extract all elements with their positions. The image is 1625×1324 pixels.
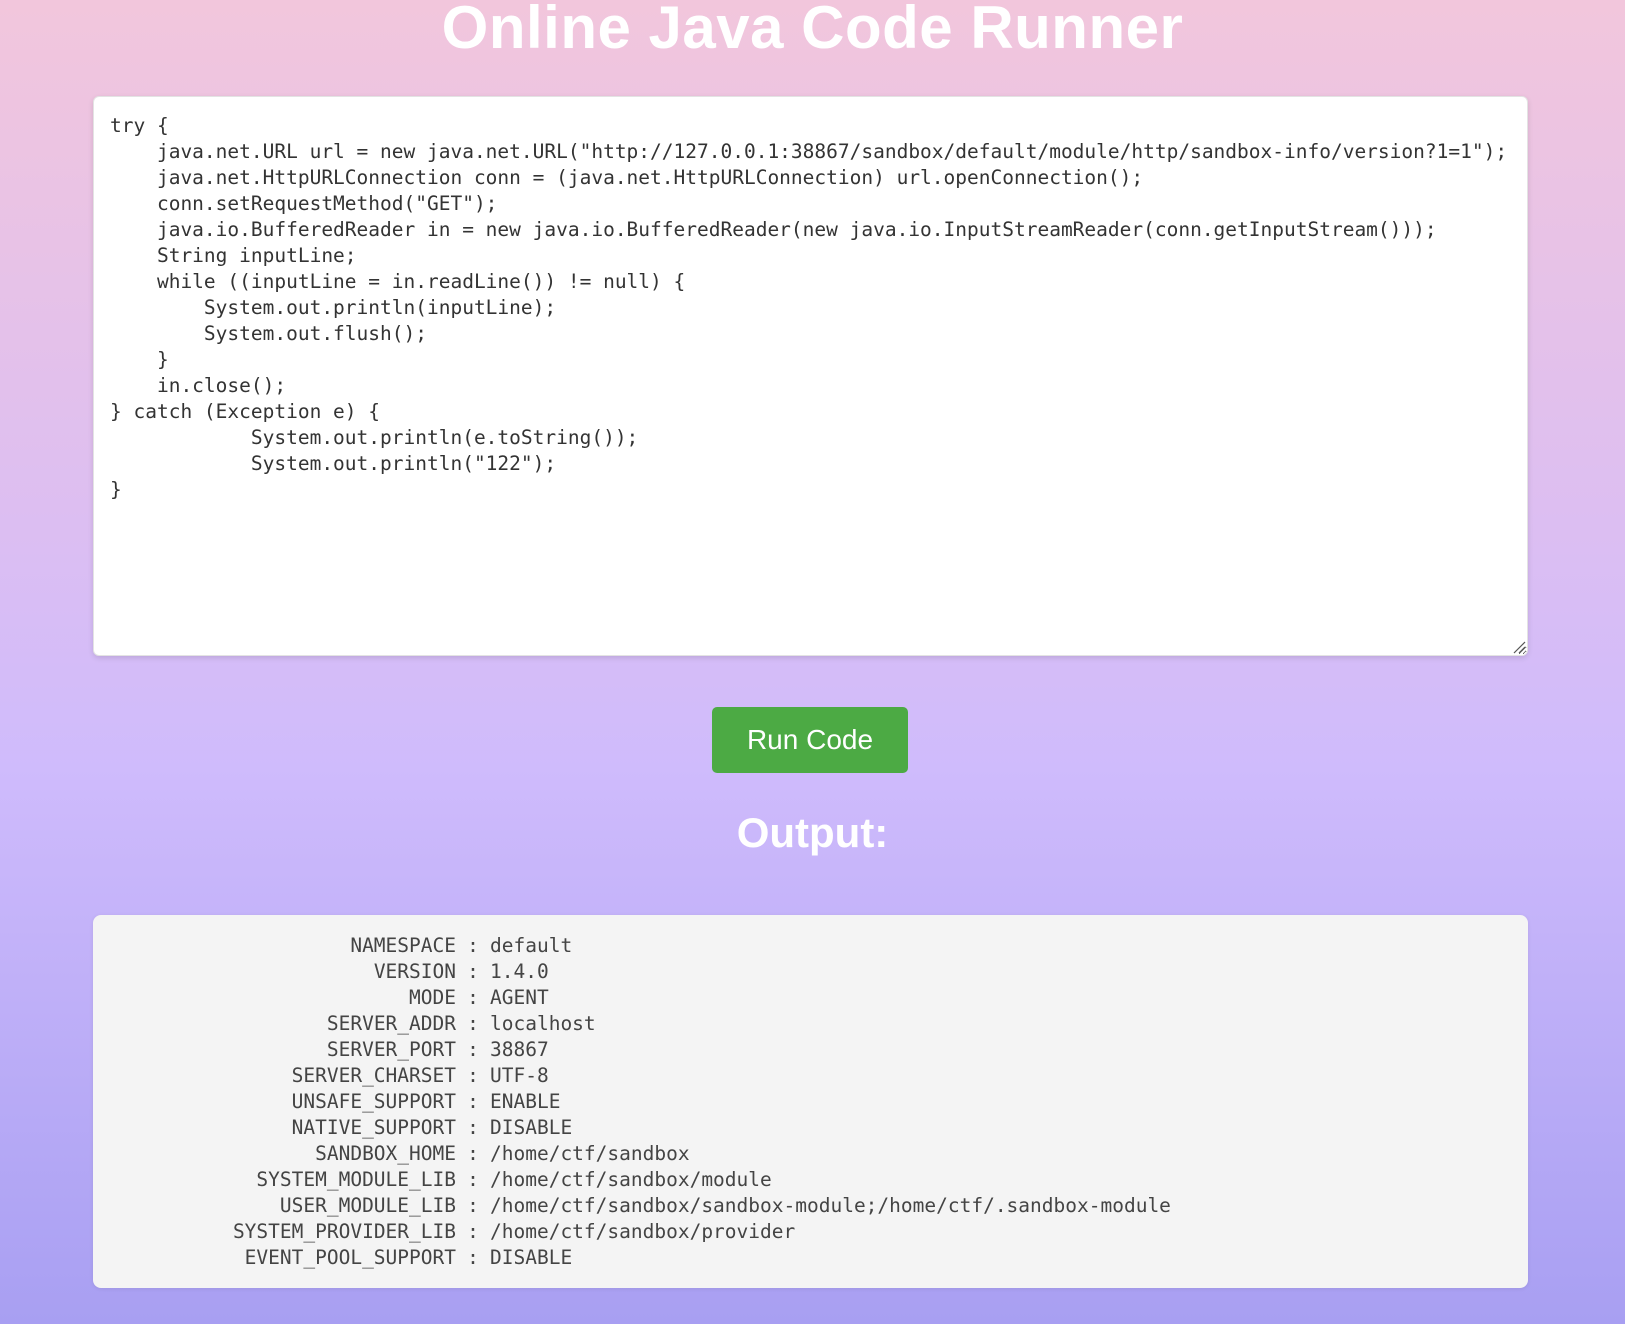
output-key: SYSTEM_PROVIDER_LIB (232, 1220, 456, 1243)
output-row: SYSTEM_MODULE_LIB: /home/ctf/sandbox/modu… (113, 1167, 1508, 1193)
output-row: USER_MODULE_LIB: /home/ctf/sandbox/sandbo… (113, 1193, 1508, 1219)
output-key: UNSAFE_SUPPORT (291, 1090, 456, 1113)
output-separator: : (467, 1142, 479, 1165)
output-key: USER_MODULE_LIB (279, 1194, 456, 1217)
code-editor[interactable]: try { java.net.URL url = new java.net.UR… (93, 96, 1528, 656)
output-key: SERVER_ADDR (326, 1012, 456, 1035)
output-key: MODE (409, 986, 456, 1009)
output-separator: : (467, 1116, 479, 1139)
output-heading: Output: (736, 809, 889, 856)
output-row: SERVER_ADDR: localhost (113, 1011, 1508, 1037)
output-separator: : (467, 1168, 479, 1191)
output-separator: : (467, 1246, 479, 1269)
output-value: DISABLE (490, 1246, 573, 1269)
output-separator: : (467, 1220, 479, 1243)
output-value: DISABLE (490, 1116, 573, 1139)
output-separator: : (467, 986, 479, 1009)
resize-handle-icon[interactable] (1512, 640, 1526, 654)
output-value: /home/ctf/sandbox/module (490, 1168, 772, 1191)
output-row: NAMESPACE: default (113, 933, 1508, 959)
output-key: SERVER_CHARSET (291, 1064, 456, 1087)
output-panel: NAMESPACE: default VERSION:1.4.0 MODE: AGE… (93, 915, 1528, 1288)
page-title: Online Java Code Runner (441, 0, 1184, 61)
output-row: MODE: AGENT (113, 985, 1508, 1011)
output-row: EVENT_POOL_SUPPORT: DISABLE (113, 1245, 1508, 1271)
output-separator: : (467, 934, 479, 957)
output-value: /home/ctf/sandbox/sandbox-module;/home/c… (490, 1194, 1171, 1217)
output-value: /home/ctf/sandbox (490, 1142, 690, 1165)
output-key: SERVER_PORT (326, 1038, 456, 1061)
output-row: VERSION:1.4.0 (113, 959, 1508, 985)
output-separator: : (467, 1194, 479, 1217)
run-code-button[interactable]: Run Code (712, 707, 908, 773)
output-value: localhost (490, 1012, 596, 1035)
output-key: NAMESPACE (350, 934, 456, 957)
output-value: /home/ctf/sandbox/provider (490, 1220, 796, 1243)
output-key: EVENT_POOL_SUPPORT (244, 1246, 456, 1269)
output-separator: : (467, 1090, 479, 1113)
output-separator: : (467, 1038, 479, 1061)
output-key: SANDBOX_HOME (315, 1142, 456, 1165)
output-row: SANDBOX_HOME: /home/ctf/sandbox (113, 1141, 1508, 1167)
output-row: NATIVE_SUPPORT: DISABLE (113, 1115, 1508, 1141)
output-key: VERSION (373, 960, 456, 983)
output-value: UTF-8 (490, 1064, 549, 1087)
output-value: 1.4.0 (490, 960, 549, 983)
output-row: SERVER_PORT:38867 (113, 1037, 1508, 1063)
output-row: SERVER_CHARSET: UTF-8 (113, 1063, 1508, 1089)
output-separator: : (467, 1012, 479, 1035)
output-row: SYSTEM_PROVIDER_LIB: /home/ctf/sandbox/pr… (113, 1219, 1508, 1245)
output-key: NATIVE_SUPPORT (291, 1116, 456, 1139)
output-value: ENABLE (490, 1090, 561, 1113)
output-separator: : (467, 960, 479, 983)
output-row: UNSAFE_SUPPORT: ENABLE (113, 1089, 1508, 1115)
output-value: default (490, 934, 573, 957)
output-key: SYSTEM_MODULE_LIB (256, 1168, 456, 1191)
output-separator: : (467, 1064, 479, 1087)
output-value: 38867 (490, 1038, 549, 1061)
output-value: AGENT (490, 986, 549, 1009)
